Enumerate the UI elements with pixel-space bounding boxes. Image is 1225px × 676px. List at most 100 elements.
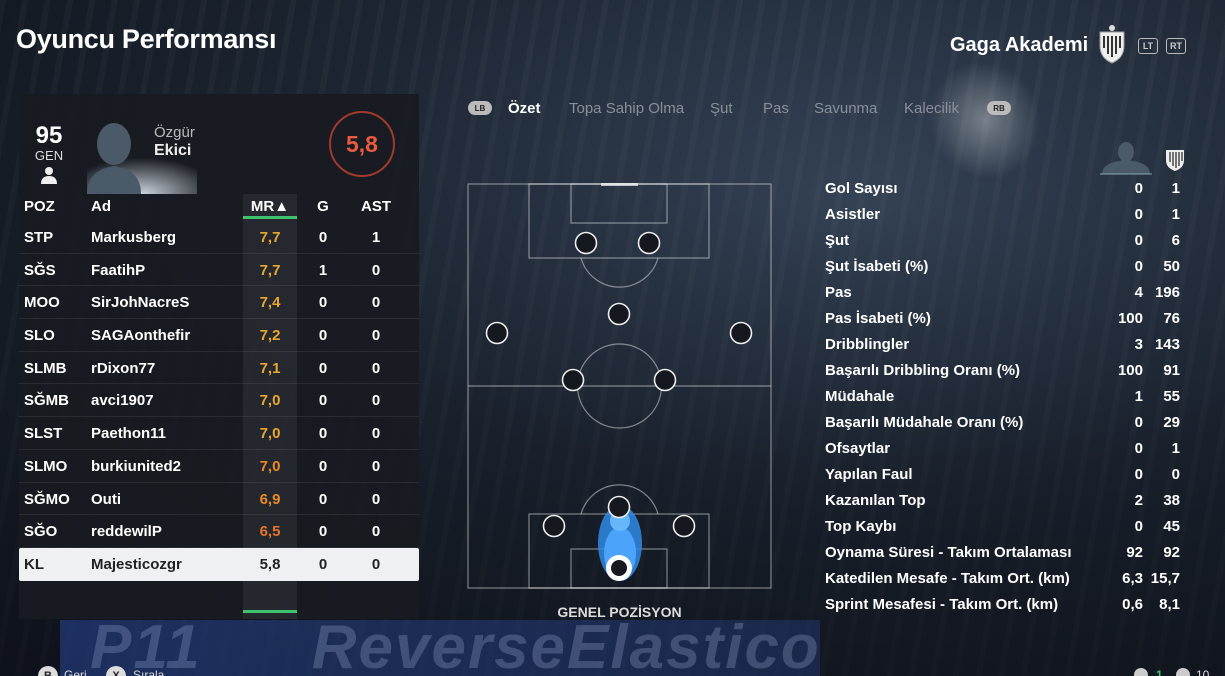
player-dot bbox=[672, 514, 696, 538]
stat-team-value: 196 bbox=[1154, 284, 1180, 301]
sort-label[interactable]: Sırala bbox=[133, 668, 164, 676]
stat-team-value: 6 bbox=[1171, 232, 1180, 249]
cell-assists: 0 bbox=[371, 294, 381, 312]
stat-team-value: 76 bbox=[1163, 310, 1180, 327]
player-column-icon bbox=[1100, 142, 1152, 175]
cell-player-name: Majesticozgr bbox=[91, 555, 182, 573]
cell-rating: 6,9 bbox=[259, 490, 281, 508]
cell-position: KL bbox=[24, 555, 44, 573]
stat-row: Sprint Mesafesi - Takım Ort. (km) 0,6 8,1 bbox=[825, 591, 1185, 617]
cell-position: SLST bbox=[24, 425, 63, 443]
stat-label: Başarılı Dribbling Oranı (%) bbox=[825, 362, 1021, 379]
table-row[interactable]: MOO SirJohNacreS 7,4 0 0 bbox=[19, 286, 419, 320]
stat-player-value: 0 bbox=[1134, 206, 1143, 223]
cell-position: SĞO bbox=[24, 523, 58, 541]
table-row[interactable]: SLST Paethon11 7,0 0 0 bbox=[19, 417, 419, 450]
player-ratings-panel: 95 GEN Özgür Ekici 5,8 POZ Ad MR▲ G AST bbox=[19, 94, 419, 619]
column-header-name[interactable]: Ad bbox=[91, 198, 111, 215]
table-row[interactable]: SLMO burkiunited2 7,0 0 0 bbox=[19, 450, 419, 483]
cell-position: SLMO bbox=[24, 457, 68, 475]
stat-row: Katedilen Mesafe - Takım Ort. (km) 6,3 15,… bbox=[825, 565, 1185, 591]
position-pitch bbox=[467, 183, 772, 589]
stat-label: Başarılı Müdahale Oranı (%) bbox=[825, 414, 1024, 431]
stat-player-value: 4 bbox=[1134, 284, 1143, 301]
stat-label: Katedilen Mesafe - Takım Ort. (km) bbox=[825, 570, 1070, 587]
stat-player-value: 3 bbox=[1134, 336, 1143, 353]
person-icon bbox=[41, 167, 57, 184]
tab-pas[interactable]: Pas bbox=[763, 100, 789, 117]
stat-team-value: 38 bbox=[1163, 492, 1180, 509]
notification-icon bbox=[1134, 668, 1148, 676]
cell-position: SĞMO bbox=[24, 490, 70, 508]
table-header: POZ Ad MR▲ G AST bbox=[19, 194, 419, 220]
stats-column-icons bbox=[1100, 142, 1184, 175]
stat-row: Gol Sayısı 0 1 bbox=[825, 175, 1185, 201]
player-match-rating: 5,8 bbox=[329, 111, 395, 177]
stat-label: Şut bbox=[825, 232, 850, 249]
team-crest-icon bbox=[1099, 25, 1125, 64]
cell-rating: 7,2 bbox=[259, 327, 281, 345]
lt-trigger-icon[interactable]: LT bbox=[1138, 38, 1158, 54]
table-row[interactable]: KL Majesticozgr 5,8 0 0 bbox=[19, 547, 419, 581]
friends-count: 10 bbox=[1196, 668, 1210, 676]
table-row[interactable]: SLO SAGAonthefir 7,2 0 0 bbox=[19, 319, 419, 352]
cell-rating: 7,0 bbox=[259, 457, 281, 475]
rt-trigger-icon[interactable]: RT bbox=[1166, 38, 1186, 54]
sort-indicator bbox=[243, 216, 297, 219]
stat-label: Ofsaytlar bbox=[825, 440, 891, 457]
cell-position: SLMB bbox=[24, 359, 67, 377]
stat-team-value: 92 bbox=[1163, 544, 1180, 561]
cell-player-name: SAGAonthefir bbox=[91, 327, 191, 345]
tab-ozet[interactable]: Özet bbox=[508, 100, 541, 117]
back-label[interactable]: Geri bbox=[64, 668, 87, 676]
stat-team-value: 1 bbox=[1171, 440, 1180, 457]
stat-row: Asistler 0 1 bbox=[825, 201, 1185, 227]
table-row[interactable]: SĞMO Outi 6,9 0 0 bbox=[19, 483, 419, 516]
column-header-goals[interactable]: G bbox=[309, 198, 337, 215]
table-row[interactable]: SĞO reddewilP 6,5 0 0 bbox=[19, 515, 419, 548]
stat-label: Asistler bbox=[825, 206, 881, 223]
player-overall-label: GEN bbox=[34, 148, 64, 163]
stat-player-value: 0 bbox=[1134, 440, 1143, 457]
column-header-assists[interactable]: AST bbox=[355, 198, 397, 215]
cell-assists: 0 bbox=[371, 392, 381, 410]
stat-player-value: 100 bbox=[1117, 362, 1143, 379]
stat-label: Yapılan Faul bbox=[825, 466, 913, 483]
table-row[interactable]: SĞMB avci1907 7,0 0 0 bbox=[19, 384, 419, 418]
stat-team-value: 143 bbox=[1154, 336, 1180, 353]
x-button-icon[interactable]: X bbox=[106, 666, 126, 676]
stat-row: Dribblingler 3 143 bbox=[825, 331, 1185, 357]
lb-bumper-icon[interactable]: LB bbox=[468, 101, 492, 115]
cell-assists: 0 bbox=[371, 425, 381, 443]
pitch-label: GENEL POZİSYON bbox=[557, 604, 682, 620]
b-button-icon[interactable]: B bbox=[38, 666, 58, 676]
rb-bumper-icon[interactable]: RB bbox=[987, 101, 1011, 115]
table-row[interactable]: SLMB rDixon77 7,1 0 0 bbox=[19, 352, 419, 385]
stat-label: Pas bbox=[825, 284, 852, 301]
stat-row: Başarılı Müdahale Oranı (%) 0 29 bbox=[825, 409, 1185, 435]
tab-kalecilik[interactable]: Kalecilik bbox=[904, 100, 959, 117]
cell-assists: 0 bbox=[371, 457, 381, 475]
tab-savunma[interactable]: Savunma bbox=[814, 100, 877, 117]
stat-player-value: 0 bbox=[1134, 518, 1143, 535]
tab-topa-sahip-olma[interactable]: Topa Sahip Olma bbox=[569, 100, 684, 117]
cell-player-name: avci1907 bbox=[91, 392, 154, 410]
stat-row: Oynama Süresi - Takım Ortalaması 92 92 bbox=[825, 539, 1185, 565]
cell-assists: 1 bbox=[371, 229, 381, 246]
stat-team-value: 50 bbox=[1163, 258, 1180, 275]
table-row[interactable]: SĞS FaatihP 7,7 1 0 bbox=[19, 254, 419, 287]
stat-row: Pas İsabeti (%) 100 76 bbox=[825, 305, 1185, 331]
stat-player-value: 0 bbox=[1134, 180, 1143, 197]
stat-team-value: 8,1 bbox=[1159, 596, 1180, 613]
tab-sut[interactable]: Şut bbox=[710, 100, 733, 117]
column-header-poz[interactable]: POZ bbox=[24, 198, 55, 215]
cell-rating: 7,1 bbox=[259, 359, 281, 377]
mr-column-bottom-bar bbox=[243, 610, 297, 613]
cell-assists: 0 bbox=[371, 490, 381, 508]
column-header-rating[interactable]: MR▲ bbox=[243, 198, 297, 215]
cell-assists: 0 bbox=[371, 359, 381, 377]
stat-team-value: 15,7 bbox=[1150, 570, 1180, 587]
stat-player-value: 0 bbox=[1134, 258, 1143, 275]
cell-position: MOO bbox=[24, 294, 60, 312]
table-row[interactable]: STP Markusberg 7,7 0 1 bbox=[19, 221, 419, 254]
